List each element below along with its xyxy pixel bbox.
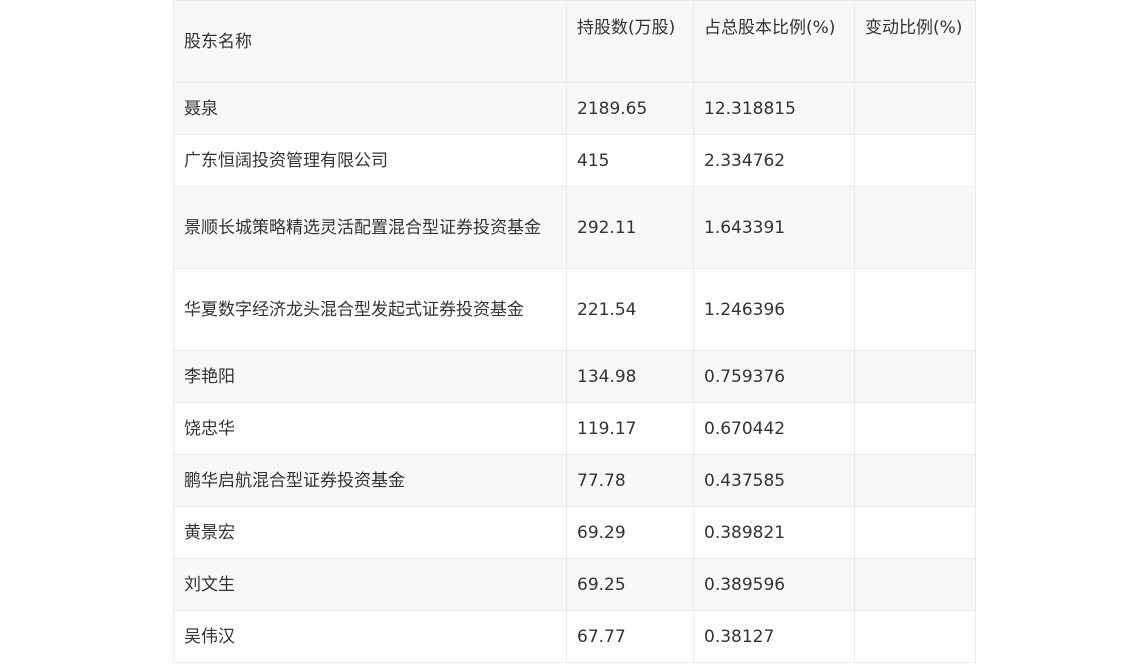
cell-change bbox=[854, 186, 976, 269]
cell-ratio: 1.246396 bbox=[693, 268, 855, 351]
cell-shares: 69.25 bbox=[566, 558, 694, 611]
cell-shares: 77.78 bbox=[566, 454, 694, 507]
header-change: 变动比例(%) bbox=[854, 0, 976, 83]
cell-ratio: 0.759376 bbox=[693, 350, 855, 403]
table-row: 鹏华启航混合型证券投资基金 77.78 0.437585 bbox=[173, 454, 976, 507]
cell-name: 李艳阳 bbox=[173, 350, 567, 403]
cell-change bbox=[854, 454, 976, 507]
cell-name: 黄景宏 bbox=[173, 506, 567, 559]
cell-shares: 134.98 bbox=[566, 350, 694, 403]
table-row: 聂泉 2189.65 12.318815 bbox=[173, 82, 976, 135]
shareholder-table: 股东名称 持股数(万股) 占总股本比例(%) 变动比例(%) 聂泉 2189.6… bbox=[173, 0, 976, 663]
cell-name: 华夏数字经济龙头混合型发起式证券投资基金 bbox=[173, 268, 567, 351]
cell-shares: 2189.65 bbox=[566, 82, 694, 135]
table-row: 华夏数字经济龙头混合型发起式证券投资基金 221.54 1.246396 bbox=[173, 268, 976, 351]
table-row: 广东恒阔投资管理有限公司 415 2.334762 bbox=[173, 134, 976, 187]
cell-name: 景顺长城策略精选灵活配置混合型证券投资基金 bbox=[173, 186, 567, 269]
header-shareholder-name: 股东名称 bbox=[173, 0, 567, 83]
cell-name: 饶忠华 bbox=[173, 402, 567, 455]
cell-ratio: 0.38127 bbox=[693, 610, 855, 663]
header-shares: 持股数(万股) bbox=[566, 0, 694, 83]
cell-name: 广东恒阔投资管理有限公司 bbox=[173, 134, 567, 187]
cell-change bbox=[854, 402, 976, 455]
cell-ratio: 12.318815 bbox=[693, 82, 855, 135]
cell-ratio: 0.437585 bbox=[693, 454, 855, 507]
cell-shares: 67.77 bbox=[566, 610, 694, 663]
cell-shares: 292.11 bbox=[566, 186, 694, 269]
cell-shares: 69.29 bbox=[566, 506, 694, 559]
cell-change bbox=[854, 610, 976, 663]
cell-shares: 119.17 bbox=[566, 402, 694, 455]
cell-change bbox=[854, 268, 976, 351]
cell-name: 鹏华启航混合型证券投资基金 bbox=[173, 454, 567, 507]
table-row: 李艳阳 134.98 0.759376 bbox=[173, 350, 976, 403]
table-row: 吴伟汉 67.77 0.38127 bbox=[173, 610, 976, 663]
cell-ratio: 0.389596 bbox=[693, 558, 855, 611]
cell-change bbox=[854, 506, 976, 559]
cell-name: 聂泉 bbox=[173, 82, 567, 135]
cell-change bbox=[854, 134, 976, 187]
cell-ratio: 2.334762 bbox=[693, 134, 855, 187]
cell-change bbox=[854, 558, 976, 611]
cell-ratio: 0.670442 bbox=[693, 402, 855, 455]
table-row: 饶忠华 119.17 0.670442 bbox=[173, 402, 976, 455]
cell-name: 吴伟汉 bbox=[173, 610, 567, 663]
cell-shares: 415 bbox=[566, 134, 694, 187]
cell-change bbox=[854, 82, 976, 135]
table-header-row: 股东名称 持股数(万股) 占总股本比例(%) 变动比例(%) bbox=[173, 0, 976, 83]
table-row: 景顺长城策略精选灵活配置混合型证券投资基金 292.11 1.643391 bbox=[173, 186, 976, 269]
shareholder-table-container: 股东名称 持股数(万股) 占总股本比例(%) 变动比例(%) 聂泉 2189.6… bbox=[173, 0, 976, 663]
table-row: 黄景宏 69.29 0.389821 bbox=[173, 506, 976, 559]
table-row: 刘文生 69.25 0.389596 bbox=[173, 558, 976, 611]
cell-ratio: 0.389821 bbox=[693, 506, 855, 559]
cell-change bbox=[854, 350, 976, 403]
header-ratio: 占总股本比例(%) bbox=[693, 0, 855, 83]
cell-ratio: 1.643391 bbox=[693, 186, 855, 269]
cell-shares: 221.54 bbox=[566, 268, 694, 351]
cell-name: 刘文生 bbox=[173, 558, 567, 611]
